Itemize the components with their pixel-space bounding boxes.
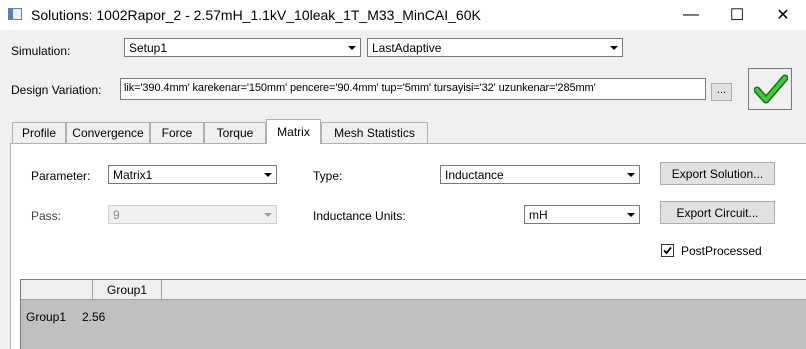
inductance-units-dropdown[interactable]: mH xyxy=(524,205,640,224)
design-variation-status[interactable] xyxy=(748,68,792,110)
postprocessed-label: PostProcessed xyxy=(681,244,762,258)
grid-cell-value: 2.56 xyxy=(82,310,106,324)
pass-value: 9 xyxy=(113,208,120,222)
export-solution-button[interactable]: Export Solution... xyxy=(660,162,775,185)
chevron-down-icon xyxy=(343,39,360,56)
check-icon xyxy=(663,246,672,255)
design-variation-label: Design Variation: xyxy=(11,83,102,97)
type-label: Type: xyxy=(313,169,343,183)
maximize-button[interactable]: ☐ xyxy=(714,0,760,30)
type-dropdown[interactable]: Inductance xyxy=(440,165,640,184)
parameter-label: Parameter: xyxy=(31,169,91,183)
minimize-icon: — xyxy=(683,6,699,23)
tab-force[interactable]: Force xyxy=(150,122,204,143)
grid-row-header: Group1 xyxy=(26,310,67,324)
tab-matrix[interactable]: Matrix xyxy=(266,119,321,144)
inductance-units-label: Inductance Units: xyxy=(313,209,406,223)
parameter-dropdown[interactable]: Matrix1 xyxy=(108,165,277,184)
simulation-label: Simulation: xyxy=(11,44,71,58)
type-value: Inductance xyxy=(445,168,504,182)
design-variation-field[interactable]: lik='390.4mm' karekenar='150mm' pencere=… xyxy=(120,78,706,100)
title-bar: Solutions: 1002Rapor_2 - 2.57mH_1.1kV_10… xyxy=(0,0,806,30)
simulation-setup-value: Setup1 xyxy=(129,41,168,55)
app-icon xyxy=(8,8,22,20)
chevron-down-icon xyxy=(622,166,639,183)
pass-label: Pass: xyxy=(31,209,62,223)
tab-convergence[interactable]: Convergence xyxy=(66,122,150,143)
close-button[interactable]: ✕ xyxy=(760,0,806,30)
chevron-down-icon xyxy=(259,206,276,223)
minimize-button[interactable]: — xyxy=(668,0,714,30)
chevron-down-icon xyxy=(605,39,622,56)
design-variation-value: lik='390.4mm' karekenar='150mm' pencere=… xyxy=(124,82,596,94)
export-circuit-button[interactable]: Export Circuit... xyxy=(660,201,775,224)
checkmark-icon xyxy=(754,74,788,104)
chevron-down-icon xyxy=(259,166,276,183)
close-icon: ✕ xyxy=(776,7,790,24)
simulation-setup-dropdown[interactable]: Setup1 xyxy=(124,38,361,57)
design-variation-browse-button[interactable]: ... xyxy=(711,83,732,101)
maximize-icon: ☐ xyxy=(729,7,745,24)
parameter-value: Matrix1 xyxy=(113,168,153,182)
pass-dropdown[interactable]: 9 xyxy=(108,205,277,224)
grid-corner-cell xyxy=(21,280,93,300)
tab-profile[interactable]: Profile xyxy=(12,122,66,143)
tab-torque[interactable]: Torque xyxy=(204,122,266,143)
tab-mesh-statistics[interactable]: Mesh Statistics xyxy=(321,122,428,143)
chevron-down-icon xyxy=(622,206,639,223)
postprocessed-checkbox[interactable] xyxy=(661,244,674,257)
simulation-solution-dropdown[interactable]: LastAdaptive xyxy=(367,38,623,57)
inductance-units-value: mH xyxy=(529,208,548,222)
simulation-solution-value: LastAdaptive xyxy=(372,41,442,55)
grid-column-header[interactable]: Group1 xyxy=(93,280,162,300)
grid-header-filler xyxy=(162,280,806,300)
window-title: Solutions: 1002Rapor_2 - 2.57mH_1.1kV_10… xyxy=(31,7,481,23)
matrix-grid[interactable]: Group1 Group1 2.56 xyxy=(20,279,806,349)
